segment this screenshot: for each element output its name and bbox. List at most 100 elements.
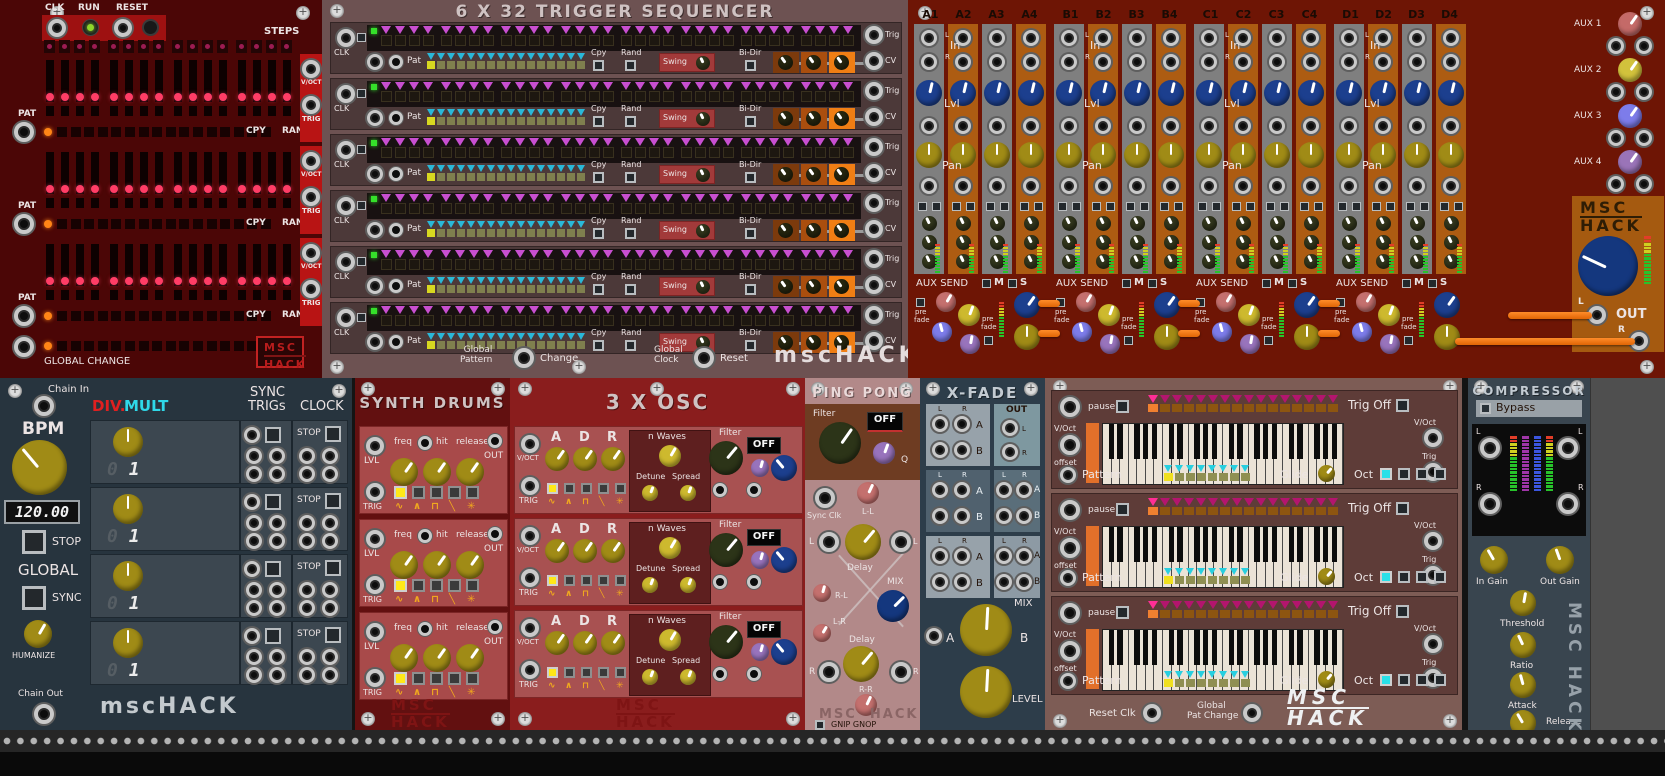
aux3-send-knob[interactable] xyxy=(1352,322,1372,342)
lvl-cv-jack[interactable] xyxy=(366,530,384,548)
aux3-send-knob[interactable] xyxy=(932,322,952,342)
pause-checkbox[interactable] xyxy=(1116,503,1129,516)
gate-fader-1[interactable] xyxy=(773,276,799,297)
step-button[interactable] xyxy=(769,194,780,214)
step-button[interactable] xyxy=(649,250,660,270)
in-r-jack[interactable] xyxy=(1341,54,1357,70)
threshold-knob[interactable] xyxy=(1510,590,1536,616)
trig-out-jack[interactable] xyxy=(246,667,262,683)
step-button[interactable] xyxy=(381,194,392,214)
pattern-select-button[interactable] xyxy=(567,221,575,237)
solo-button[interactable] xyxy=(932,202,941,211)
cv-slider[interactable] xyxy=(153,60,165,116)
solo-button[interactable] xyxy=(1140,202,1149,211)
clock-out-jack[interactable] xyxy=(299,600,315,616)
solo-group-checkbox[interactable] xyxy=(1148,279,1157,288)
step-button[interactable] xyxy=(469,194,480,214)
stop-button[interactable] xyxy=(325,627,341,643)
oct-button-3[interactable] xyxy=(1416,571,1428,583)
step-button[interactable] xyxy=(483,306,494,326)
mute-button[interactable] xyxy=(1406,202,1415,211)
level-knob[interactable] xyxy=(1336,80,1362,106)
solo-group-checkbox[interactable] xyxy=(1288,279,1297,288)
trig-out-jack[interactable] xyxy=(269,448,285,464)
voct-output-jack[interactable] xyxy=(302,152,320,170)
trig-output-jack[interactable] xyxy=(865,82,883,100)
piano-key-black[interactable] xyxy=(1109,424,1115,459)
cv-slider[interactable] xyxy=(236,60,248,116)
step-button[interactable] xyxy=(663,82,674,102)
pan-cv-jack[interactable] xyxy=(1341,178,1357,194)
step-button[interactable] xyxy=(575,250,586,270)
level-cv-jack[interactable] xyxy=(1129,118,1145,134)
pattern-select-button[interactable] xyxy=(517,53,525,69)
lvl-cv-jack[interactable] xyxy=(366,437,384,455)
clock-out-jack[interactable] xyxy=(299,533,315,549)
copy-button[interactable] xyxy=(593,228,604,239)
step-button[interactable] xyxy=(561,194,572,214)
pattern-step-button[interactable] xyxy=(166,219,176,229)
global-clock-reset-jack[interactable] xyxy=(694,348,714,368)
level-knob[interactable] xyxy=(771,547,797,573)
step-button[interactable] xyxy=(409,26,420,46)
freq-cv-jack[interactable] xyxy=(418,529,432,543)
solo-group-checkbox[interactable] xyxy=(1428,279,1437,288)
wave-button-2[interactable] xyxy=(412,486,425,499)
chain-in-jack[interactable] xyxy=(34,396,54,416)
pattern-select-button[interactable] xyxy=(477,53,485,69)
clk-input-jack[interactable] xyxy=(337,197,355,215)
in-r-jack[interactable] xyxy=(955,54,971,70)
piano-key-black[interactable] xyxy=(1194,630,1200,665)
step-button[interactable] xyxy=(501,26,512,46)
resonance-knob[interactable] xyxy=(751,459,769,477)
pattern-select-button[interactable] xyxy=(437,109,445,125)
cv-slider[interactable] xyxy=(172,60,184,116)
oct-button-1[interactable] xyxy=(1380,674,1392,686)
pattern-step-button[interactable] xyxy=(179,127,189,137)
step-button[interactable] xyxy=(755,138,766,158)
step-button[interactable] xyxy=(381,138,392,158)
step-button[interactable] xyxy=(801,26,812,46)
aux-return-r-jack[interactable] xyxy=(1636,38,1652,54)
trigger-step-button[interactable] xyxy=(1148,498,1158,515)
a-l-jack[interactable] xyxy=(932,548,948,564)
step-button[interactable] xyxy=(723,250,734,270)
trig-out-jack[interactable] xyxy=(246,649,262,665)
in-r-jack[interactable] xyxy=(1375,54,1391,70)
trig-output-jack[interactable] xyxy=(302,280,320,298)
pattern-select-button[interactable] xyxy=(547,221,555,237)
step-button[interactable] xyxy=(709,250,720,270)
trig-off-checkbox[interactable] xyxy=(1396,605,1409,618)
a-r-jack[interactable] xyxy=(954,416,970,432)
clock-out-jack[interactable] xyxy=(322,515,338,531)
wave-button-5[interactable] xyxy=(615,483,626,494)
cv-slider[interactable] xyxy=(153,152,165,208)
clock-out-jack[interactable] xyxy=(299,466,315,482)
piano-key-black[interactable] xyxy=(1203,527,1209,562)
piano-key-black[interactable] xyxy=(1143,527,1149,562)
step-button[interactable] xyxy=(469,82,480,102)
step-button[interactable] xyxy=(741,306,752,326)
pattern-select-button[interactable] xyxy=(577,333,585,349)
pattern-select-button[interactable] xyxy=(437,221,445,237)
sync-trig-button[interactable] xyxy=(265,561,281,577)
pattern-cv-jack[interactable] xyxy=(14,122,34,142)
wave-button-2[interactable] xyxy=(412,579,425,592)
step-button[interactable] xyxy=(469,250,480,270)
pattern-select-button[interactable] xyxy=(1241,568,1250,584)
level-cv-jack[interactable] xyxy=(1269,118,1285,134)
mute-button[interactable] xyxy=(1020,202,1029,211)
aux1-send-knob[interactable] xyxy=(1216,292,1236,312)
freq-cv-jack[interactable] xyxy=(418,436,432,450)
step-button[interactable] xyxy=(783,306,794,326)
trig-input-jack[interactable] xyxy=(366,576,384,594)
aux4-send-knob[interactable] xyxy=(1380,334,1400,354)
step-button[interactable] xyxy=(561,250,572,270)
step-button[interactable] xyxy=(515,306,526,326)
out-jack[interactable] xyxy=(488,434,502,448)
piano-key-black[interactable] xyxy=(1212,527,1218,562)
solo-button[interactable] xyxy=(1314,202,1323,211)
gate-fader-2[interactable] xyxy=(801,164,827,185)
piano-key-black[interactable] xyxy=(1229,630,1235,665)
voct-cv-jack[interactable] xyxy=(1060,538,1080,558)
